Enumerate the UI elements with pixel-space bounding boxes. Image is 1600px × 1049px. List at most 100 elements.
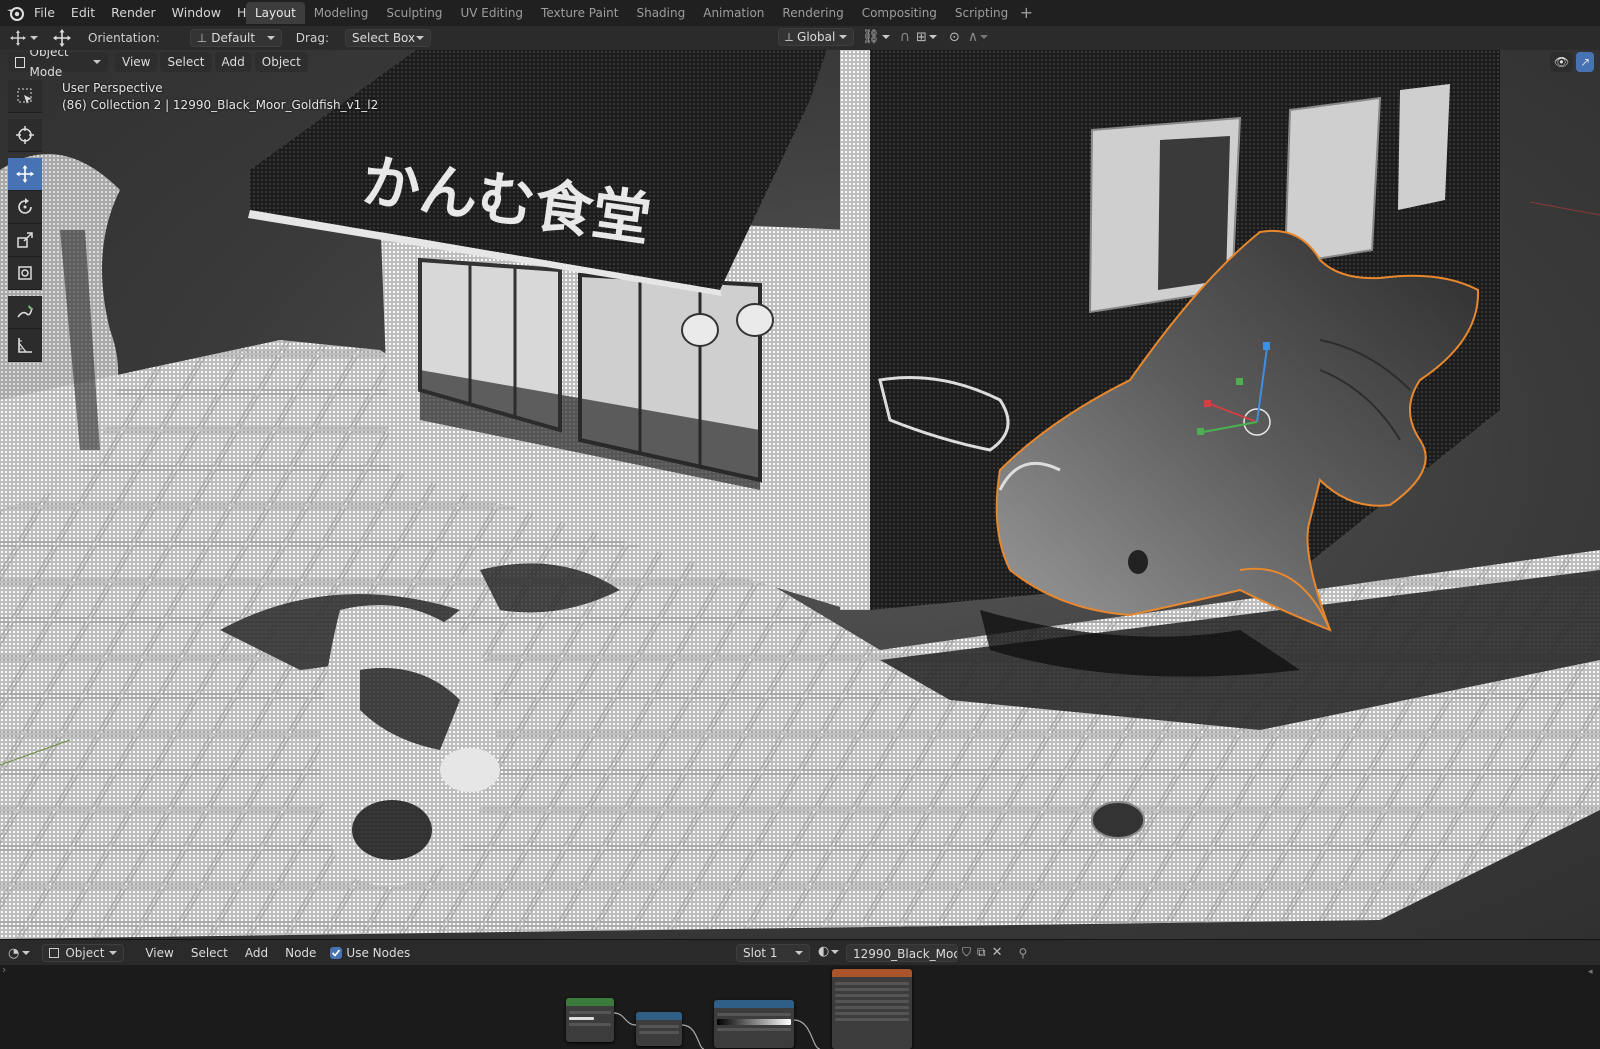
cursor-icon[interactable]	[8, 119, 42, 152]
use-nodes-label: Use Nodes	[346, 946, 411, 960]
chevron-down-icon[interactable]	[30, 36, 38, 40]
tab-sculpting[interactable]: Sculpting	[377, 2, 451, 24]
menu-file[interactable]: File	[26, 0, 63, 26]
viewport-menu-view[interactable]: View	[115, 52, 158, 72]
menu-render[interactable]: Render	[103, 0, 164, 26]
tab-texture-paint[interactable]: Texture Paint	[532, 2, 627, 24]
viewport-menu-select[interactable]: Select	[160, 52, 212, 72]
main-menu: File Edit Render Window Help	[26, 0, 273, 26]
proportional-falloff-icon[interactable]: ∧	[968, 29, 978, 45]
sidebar-toggle-icon[interactable]: ◂	[1588, 967, 1593, 977]
pin-icon[interactable]: ⚲	[1019, 946, 1028, 960]
workspace-tabs: Layout Modeling Sculpting UV Editing Tex…	[246, 2, 1035, 24]
use-nodes-toggle[interactable]: Use Nodes	[330, 946, 410, 960]
orientation-label: Orientation:	[88, 31, 160, 45]
mode-value: Object Mode	[29, 50, 69, 79]
duplicate-icon[interactable]: ⧉	[977, 945, 986, 960]
toolbar	[8, 80, 44, 362]
chevron-down-icon	[839, 35, 847, 39]
material-actions: ⛉ ⧉ ✕ ⚲	[962, 945, 1027, 960]
scale-icon[interactable]	[8, 224, 42, 257]
measure-icon[interactable]	[8, 329, 42, 362]
tab-uv-editing[interactable]: UV Editing	[451, 2, 532, 24]
transform-orientation-dropdown[interactable]: ⟂ Global	[778, 28, 854, 46]
menu-edit[interactable]: Edit	[63, 0, 103, 26]
snap-increment-icon[interactable]: ⊞	[916, 30, 927, 45]
add-workspace-button[interactable]: +	[1017, 2, 1035, 24]
node-menu-add[interactable]: Add	[238, 943, 275, 963]
chevron-down-icon	[109, 951, 118, 955]
tool-settings-left: Orientation: ⊥ Default Drag: Select Box	[8, 28, 431, 48]
tab-layout[interactable]: Layout	[246, 2, 305, 24]
node-editor-icon: ◔	[8, 945, 20, 961]
transform-pivot-icon[interactable]	[8, 28, 28, 48]
chevron-down-icon	[93, 60, 101, 64]
orientation-dropdown[interactable]: ⊥ Default	[189, 29, 282, 47]
collection-info: (86) Collection 2 | 12990_Black_Moor_Gol…	[62, 98, 379, 112]
orientation-axis-icon: ⊥	[196, 31, 208, 45]
corner-column	[840, 50, 870, 610]
chevron-down-icon	[795, 951, 803, 955]
tab-shading[interactable]: Shading	[627, 2, 694, 24]
rotate-icon[interactable]	[8, 191, 42, 224]
select-box-icon[interactable]	[8, 80, 42, 113]
tool-header: Orientation: ⊥ Default Drag: Select Box …	[0, 26, 1600, 50]
blender-logo-icon[interactable]	[6, 4, 26, 22]
annotate-icon[interactable]	[8, 296, 42, 329]
drag-label: Drag:	[295, 31, 329, 45]
global-axis-icon: ⟂	[785, 30, 794, 44]
chevron-down-icon[interactable]	[928, 35, 937, 39]
transform-orientation-value: Global	[797, 30, 836, 44]
material-name-field[interactable]: 12990_Black_Moor...	[846, 944, 958, 962]
pivot-point-icon[interactable]: ⛓	[862, 29, 880, 45]
node-editor-header: ◔ Object View Select Add Node Use Nodes …	[0, 939, 1600, 966]
node-editor-canvas[interactable]: › ◂	[0, 965, 1600, 1049]
tab-modeling[interactable]: Modeling	[305, 2, 378, 24]
viewport-overlays: 👁 ↗	[1550, 52, 1597, 72]
transform-icon[interactable]	[8, 257, 42, 290]
node-menu-node[interactable]: Node	[278, 943, 323, 963]
drag-dropdown[interactable]: Select Box	[344, 29, 431, 47]
tab-animation[interactable]: Animation	[694, 2, 773, 24]
viewport-info: User Perspective (86) Collection 2 | 129…	[62, 80, 378, 114]
chevron-down-icon[interactable]	[980, 35, 989, 39]
perspective-label: User Perspective	[62, 81, 163, 95]
tab-rendering[interactable]: Rendering	[773, 2, 852, 24]
node-menu-select[interactable]: Select	[184, 943, 235, 963]
top-bar: File Edit Render Window Help Layout Mode…	[0, 0, 1600, 26]
use-nodes-checkbox[interactable]	[330, 947, 343, 959]
chevron-down-icon	[266, 36, 275, 40]
viewport-menu-add[interactable]: Add	[214, 52, 252, 72]
tab-scripting[interactable]: Scripting	[946, 2, 1017, 24]
close-icon[interactable]: ✕	[992, 945, 1003, 960]
orientation-value: Default	[211, 31, 256, 45]
node-menu-view[interactable]: View	[138, 943, 180, 963]
shader-type-value: Object	[65, 946, 105, 960]
viewport-menu-object[interactable]: Object	[254, 52, 308, 72]
material-sphere-icon: ◐	[818, 944, 830, 959]
move-icon[interactable]	[8, 158, 42, 191]
editor-type-selector[interactable]: ◔	[8, 945, 31, 961]
3d-viewport[interactable]: かんむ食堂 Object Mode View Select Add Object…	[0, 50, 1600, 939]
fake-user-shield-icon[interactable]: ⛉	[962, 945, 971, 960]
tab-compositing[interactable]: Compositing	[853, 2, 946, 24]
visibility-eye-icon[interactable]: 👁	[1550, 52, 1574, 72]
slot-dropdown[interactable]: Slot 1	[736, 944, 810, 962]
object-mode-icon	[15, 56, 25, 68]
mode-dropdown[interactable]: Object Mode	[8, 50, 108, 79]
scene-render: かんむ食堂	[0, 50, 1600, 939]
chevron-down-icon	[831, 949, 840, 954]
drag-value: Select Box	[351, 31, 416, 45]
menu-window[interactable]: Window	[164, 0, 229, 26]
move-tool-icon[interactable]	[52, 28, 72, 48]
material-browse[interactable]: ◐	[818, 944, 840, 959]
gizmo-toggle-icon[interactable]: ↗	[1576, 52, 1595, 72]
slot-value: Slot 1	[743, 946, 778, 960]
snap-magnet-icon[interactable]: ∩	[900, 29, 910, 45]
object-icon	[49, 948, 60, 958]
chevron-down-icon[interactable]	[881, 35, 890, 39]
proportional-editing-icon[interactable]: ⊙	[949, 30, 960, 45]
node-links	[613, 1012, 821, 1049]
shader-type-dropdown[interactable]: Object	[42, 944, 125, 962]
viewport-header: Object Mode View Select Add Object	[0, 50, 1600, 79]
